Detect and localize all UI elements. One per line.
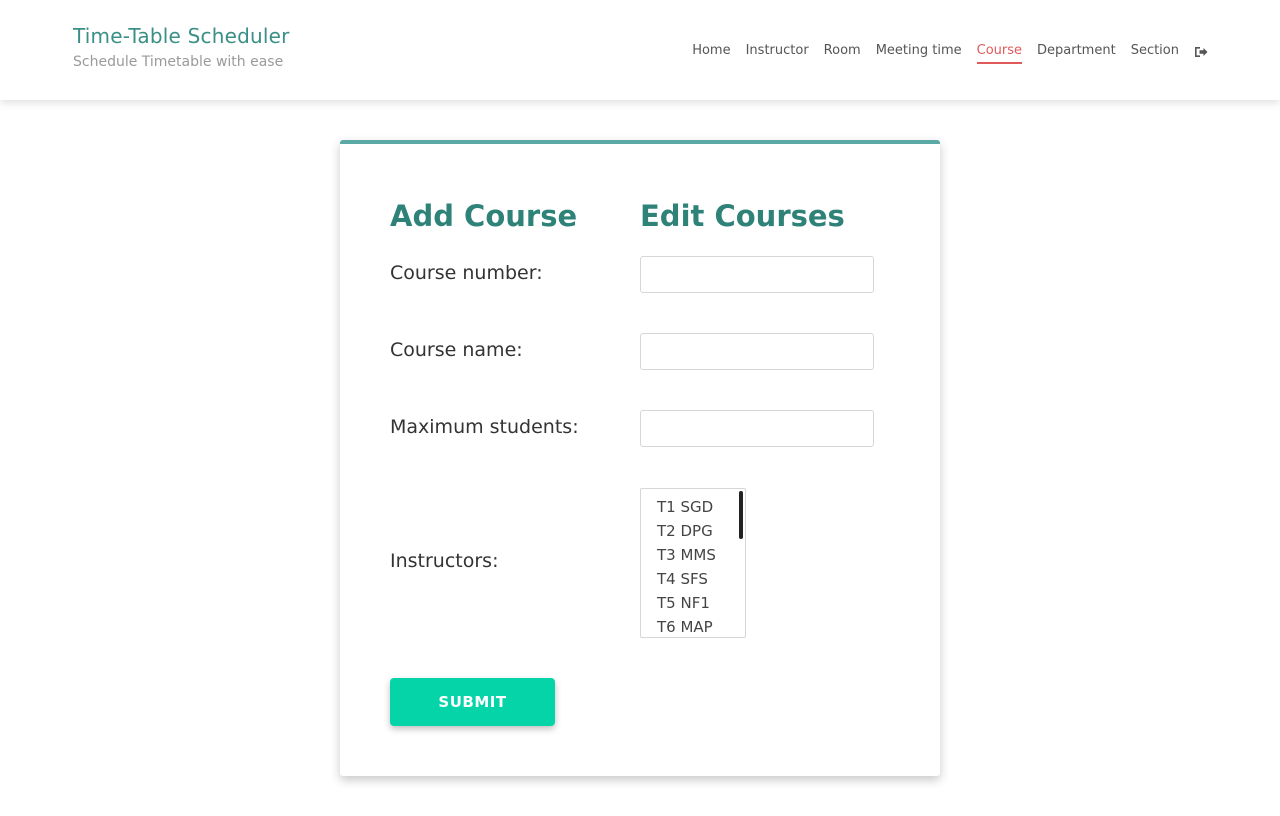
- brand-title[interactable]: Time-Table Scheduler: [73, 24, 290, 48]
- top-navbar: Time-Table Scheduler Schedule Timetable …: [0, 0, 1280, 100]
- nav-department[interactable]: Department: [1037, 41, 1116, 61]
- instructors-label: Instructors:: [390, 550, 499, 572]
- brand-subtitle: Schedule Timetable with ease: [73, 54, 284, 70]
- instructors-multiselect[interactable]: T1 SGD T2 DPG T3 MMS T4 SFS T5 NF1 T6 MA…: [640, 488, 746, 638]
- instructor-option[interactable]: T5 NF1: [657, 593, 710, 613]
- instructor-option[interactable]: T1 SGD: [657, 497, 713, 517]
- course-name-input[interactable]: [640, 333, 874, 370]
- sign-out-icon[interactable]: [1194, 44, 1208, 58]
- instructor-option[interactable]: T2 DPG: [657, 521, 713, 541]
- edit-courses-link[interactable]: Edit Courses: [640, 199, 845, 233]
- submit-button[interactable]: SUBMIT: [390, 678, 555, 726]
- instructor-option[interactable]: T3 MMS: [657, 545, 716, 565]
- nav-home[interactable]: Home: [692, 41, 730, 61]
- nav-meeting-time[interactable]: Meeting time: [876, 41, 962, 61]
- course-number-label: Course number:: [390, 262, 543, 284]
- nav-instructor[interactable]: Instructor: [746, 41, 809, 61]
- listbox-scrollbar[interactable]: [739, 491, 743, 539]
- instructor-option[interactable]: T6 MAP: [657, 617, 713, 637]
- nav-room[interactable]: Room: [824, 41, 861, 61]
- instructor-option[interactable]: T4 SFS: [657, 569, 708, 589]
- nav-course[interactable]: Course: [976, 41, 1023, 64]
- add-course-heading: Add Course: [390, 199, 578, 233]
- course-number-input[interactable]: [640, 256, 874, 293]
- max-students-input[interactable]: [640, 410, 874, 447]
- nav-section[interactable]: Section: [1131, 41, 1179, 61]
- main-nav: Home Instructor Room Meeting time Course…: [677, 40, 1208, 64]
- max-students-label: Maximum students:: [390, 416, 579, 438]
- course-form-card: Add Course Edit Courses Course number: C…: [340, 140, 940, 776]
- course-name-label: Course name:: [390, 339, 523, 361]
